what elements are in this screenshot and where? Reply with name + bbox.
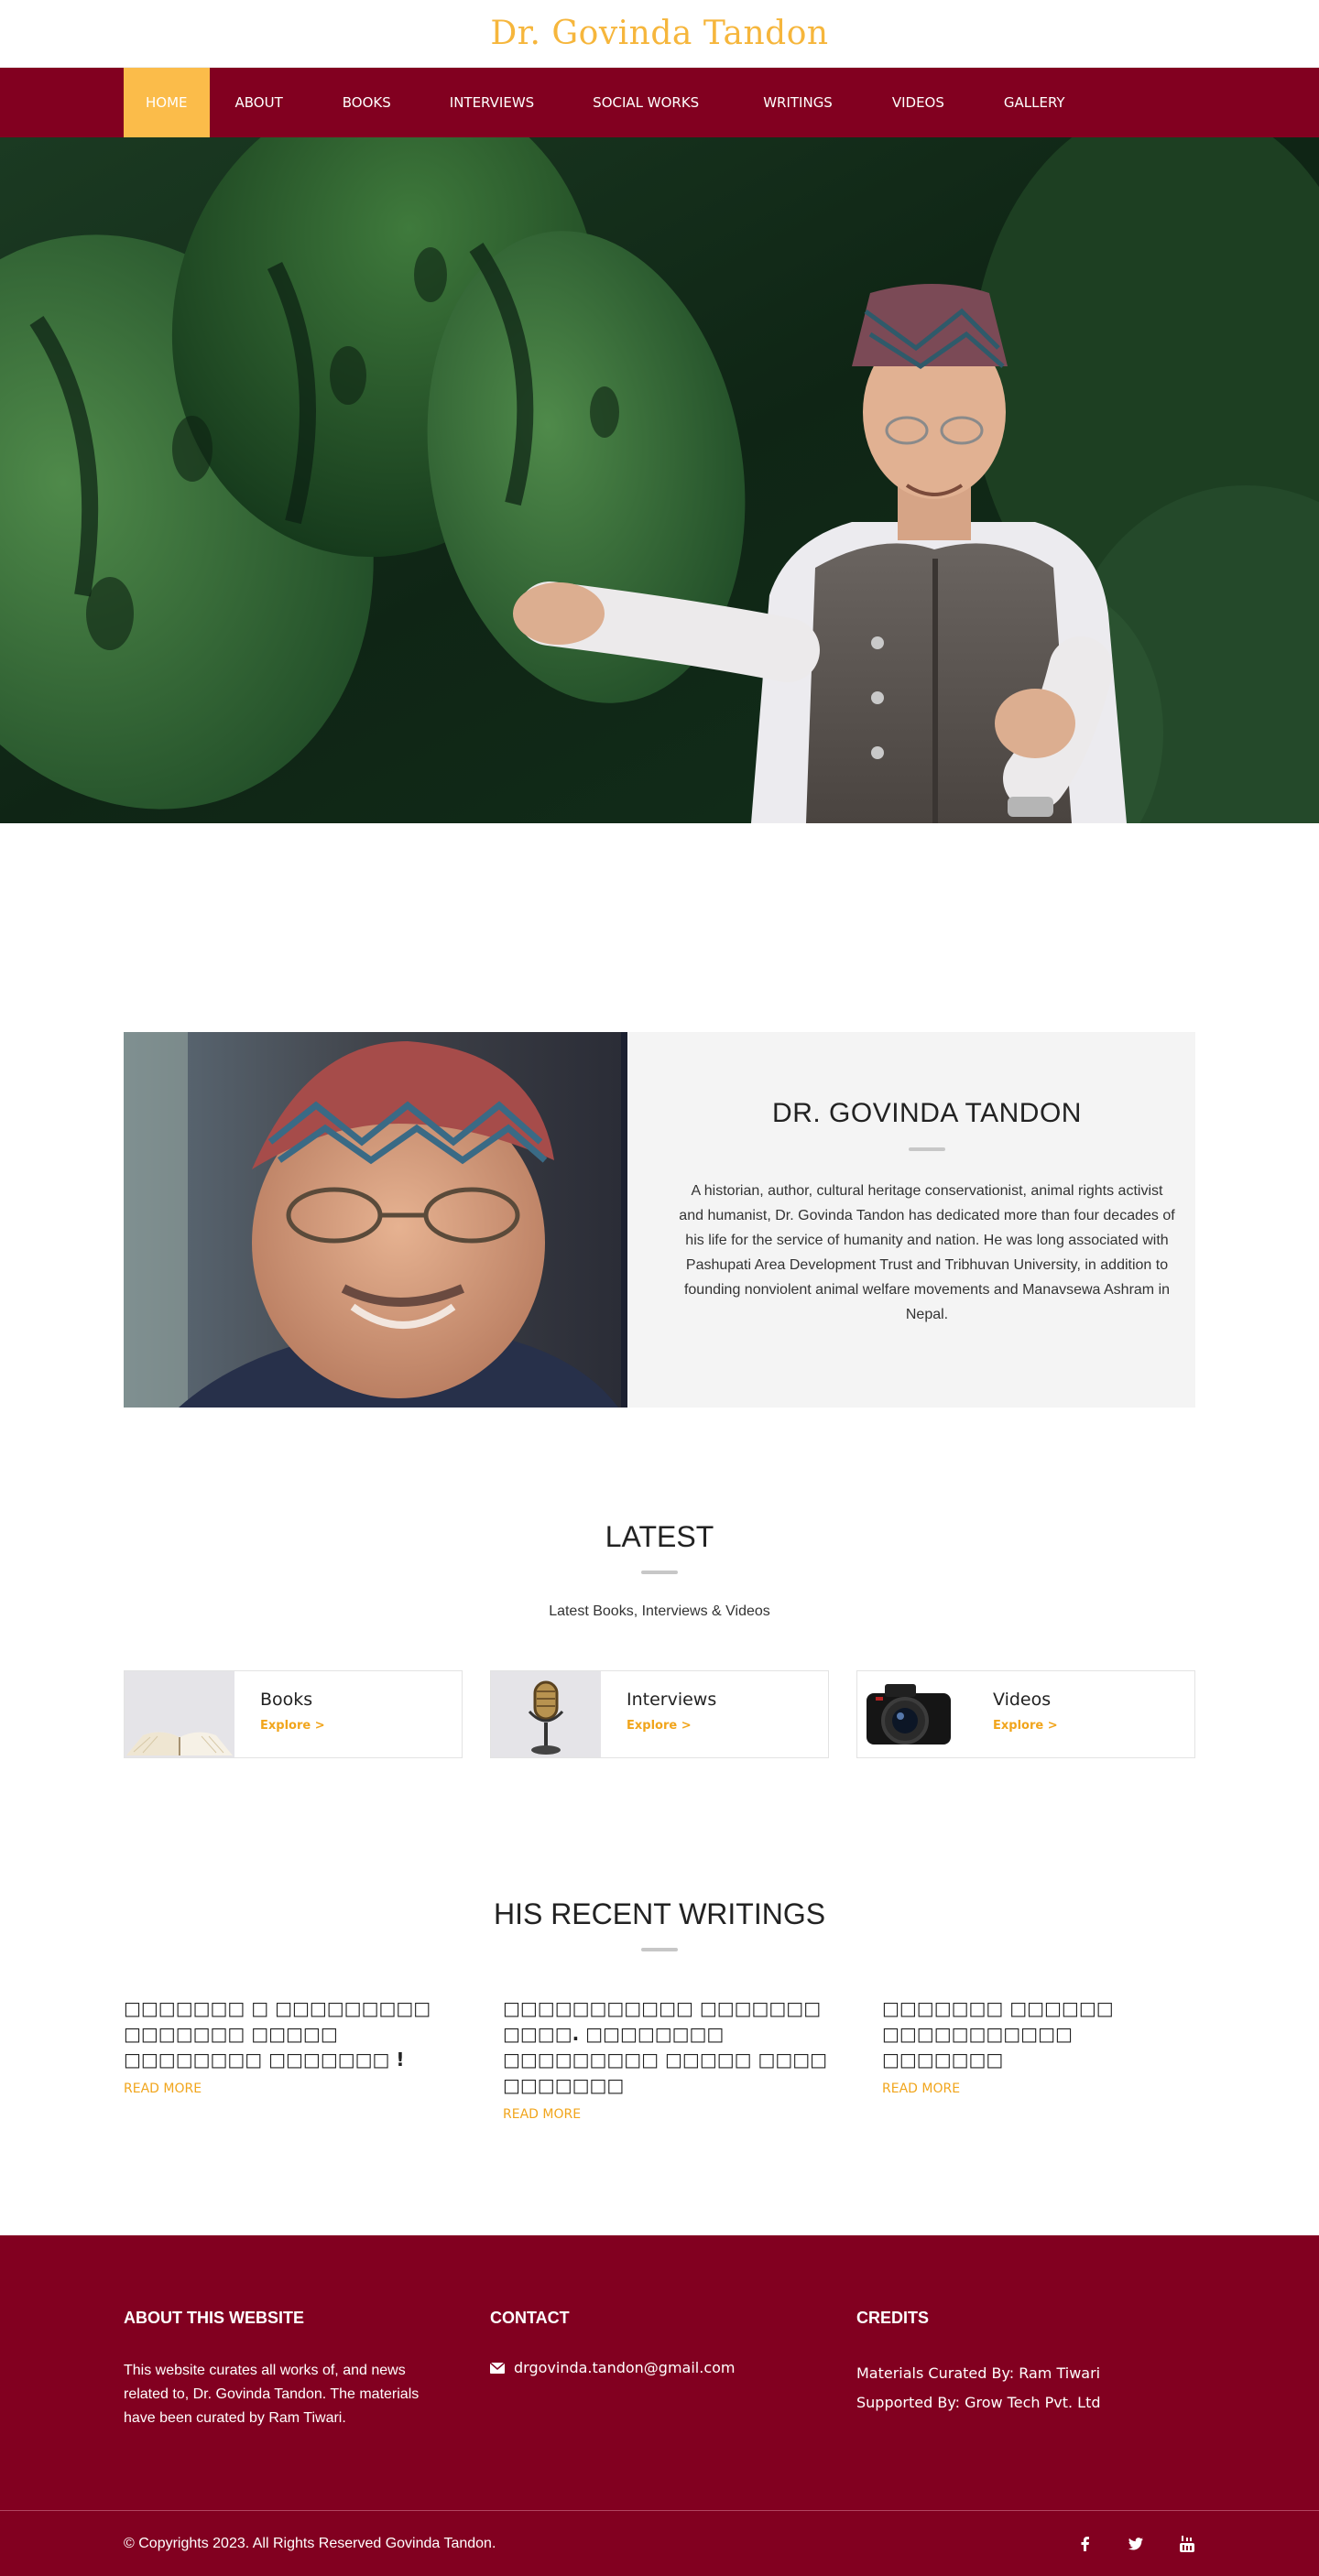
footer-about: ABOUT THIS WEBSITE This website curates … bbox=[124, 2309, 463, 2430]
latest-divider bbox=[641, 1571, 678, 1574]
copyright-text: © Copyrights 2023. All Rights Reserved G… bbox=[124, 2535, 496, 2551]
facebook-icon[interactable] bbox=[1076, 2536, 1093, 2552]
writings-section: HIS RECENT WRITINGS □□□□□□□ □ □□□□□□□□□ … bbox=[124, 1897, 1195, 2123]
card-videos[interactable]: Videos Explore > bbox=[856, 1670, 1195, 1758]
profile-text: DR. GOVINDA TANDON A historian, author, … bbox=[627, 1032, 1195, 1408]
site-header: Dr. Govinda Tandon bbox=[0, 0, 1319, 68]
footer-contact: CONTACT drgovinda.tandon@gmail.com bbox=[490, 2309, 829, 2430]
writing-item: □□□□□□□ □ □□□□□□□□□ □□□□□□□ □□□□□ □□□□□□… bbox=[124, 1995, 463, 2123]
footer-credits: CREDITS Materials Curated By: Ram Tiwari… bbox=[856, 2309, 1195, 2430]
profile-photo bbox=[124, 1032, 627, 1408]
credit-curated: Materials Curated By: Ram Tiwari bbox=[856, 2364, 1101, 2382]
profile-divider bbox=[909, 1147, 945, 1151]
credit-supported: Supported By: Grow Tech Pvt. Ltd bbox=[856, 2394, 1101, 2411]
profile-name: DR. GOVINDA TANDON bbox=[772, 1098, 1082, 1128]
youtube-icon[interactable] bbox=[1179, 2535, 1195, 2552]
latest-subtitle: Latest Books, Interviews & Videos bbox=[549, 1603, 770, 1619]
card-videos-explore-link[interactable]: Explore > bbox=[993, 1719, 1058, 1733]
card-books-title: Books bbox=[260, 1690, 313, 1710]
latest-section: LATEST Latest Books, Interviews & Videos bbox=[124, 1520, 1195, 1758]
envelope-icon bbox=[490, 2362, 505, 2374]
card-videos-title: Videos bbox=[993, 1690, 1052, 1710]
footer-about-heading: ABOUT THIS WEBSITE bbox=[124, 2309, 304, 2327]
footer-credits-heading: CREDITS bbox=[856, 2309, 930, 2327]
camera-image bbox=[857, 1671, 967, 1757]
latest-title: LATEST bbox=[605, 1520, 714, 1553]
card-interviews-explore-link[interactable]: Explore > bbox=[627, 1719, 716, 1733]
writing-item: □□□□□□□□□□□ □□□□□□□ □□□□. □□□□□□□□ □□□□□… bbox=[503, 1995, 842, 2123]
nav-item-videos[interactable]: VIDEOS bbox=[863, 68, 974, 137]
nav-item-gallery[interactable]: GALLERY bbox=[974, 68, 1096, 137]
footer-about-text: This website curates all works of, and n… bbox=[124, 2363, 420, 2426]
card-interviews-title: Interviews bbox=[627, 1690, 717, 1710]
read-more-link[interactable]: READ MORE bbox=[882, 2081, 960, 2096]
writings-divider bbox=[641, 1948, 678, 1951]
twitter-icon[interactable] bbox=[1128, 2536, 1144, 2552]
card-books[interactable]: Books Explore > bbox=[124, 1670, 463, 1758]
writing-title[interactable]: □□□□□□□ □ □□□□□□□□□ □□□□□□□ □□□□□ □□□□□□… bbox=[124, 1995, 463, 2072]
read-more-link[interactable]: READ MORE bbox=[124, 2081, 202, 2096]
nav-item-social-works[interactable]: SOCIAL WORKS bbox=[559, 68, 733, 137]
nav-item-home[interactable]: HOME bbox=[124, 68, 210, 137]
read-more-link[interactable]: READ MORE bbox=[503, 2107, 581, 2122]
main-nav: HOME ABOUT BOOKS INTERVIEWS SOCIAL WORKS… bbox=[0, 68, 1319, 137]
hero-photo bbox=[0, 137, 1319, 823]
nav-item-about[interactable]: ABOUT bbox=[210, 68, 309, 137]
card-interviews[interactable]: Interviews Explore > bbox=[490, 1670, 829, 1758]
writing-title[interactable]: □□□□□□□ □□□□□□ □□□□□□□□□□□ □□□□□□□ bbox=[882, 1995, 1195, 2072]
footer-contact-heading: CONTACT bbox=[490, 2309, 570, 2327]
hero-banner bbox=[0, 137, 1319, 823]
site-title[interactable]: Dr. Govinda Tandon bbox=[490, 15, 828, 52]
writings-title: HIS RECENT WRITINGS bbox=[493, 1897, 826, 1930]
microphone-image bbox=[491, 1671, 601, 1757]
profile-description: A historian, author, cultural heritage c… bbox=[679, 1183, 1175, 1322]
open-book-image bbox=[125, 1671, 234, 1757]
contact-email-link[interactable]: drgovinda.tandon@gmail.com bbox=[514, 2359, 736, 2376]
nav-item-writings[interactable]: WRITINGS bbox=[733, 68, 863, 137]
nav-item-books[interactable]: BOOKS bbox=[309, 68, 425, 137]
profile-section: DR. GOVINDA TANDON A historian, author, … bbox=[124, 1032, 1195, 1408]
writing-item: □□□□□□□ □□□□□□ □□□□□□□□□□□ □□□□□□□ READ … bbox=[882, 1995, 1195, 2123]
site-footer: ABOUT THIS WEBSITE This website curates … bbox=[0, 2235, 1319, 2576]
writing-title[interactable]: □□□□□□□□□□□ □□□□□□□ □□□□. □□□□□□□□ □□□□□… bbox=[503, 1995, 842, 2098]
social-links bbox=[1076, 2535, 1195, 2552]
card-books-explore-link[interactable]: Explore > bbox=[260, 1719, 325, 1733]
nav-item-interviews[interactable]: INTERVIEWS bbox=[425, 68, 559, 137]
footer-bottom-bar: © Copyrights 2023. All Rights Reserved G… bbox=[0, 2510, 1319, 2576]
